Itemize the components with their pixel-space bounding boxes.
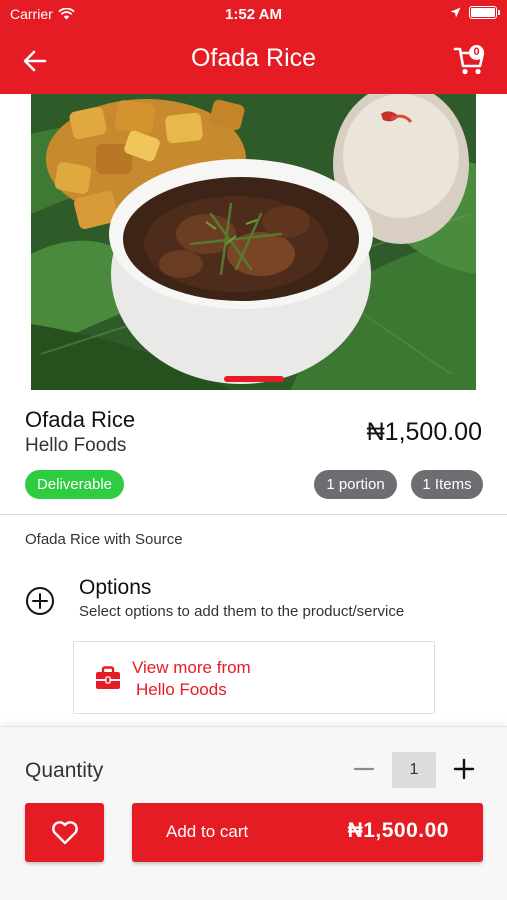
briefcase-icon <box>96 666 120 689</box>
status-time: 1:52 AM <box>225 6 282 23</box>
vendor-name: Hello Foods <box>25 435 127 456</box>
favorite-button[interactable] <box>25 803 104 862</box>
location-arrow-icon <box>450 7 461 18</box>
status-bar: Carrier 1:52 AM <box>0 0 507 28</box>
image-page-indicator <box>224 376 284 382</box>
product-name: Ofada Rice <box>25 407 136 432</box>
app-header: Carrier 1:52 AM Ofada Rice 0 <box>0 0 507 94</box>
view-more-label: View more from <box>132 658 251 677</box>
deliverable-badge: Deliverable <box>25 470 124 499</box>
product-image[interactable] <box>31 94 476 390</box>
nav-bar: Ofada Rice 0 <box>0 28 507 94</box>
add-to-cart-price: ₦1,500.00 <box>347 819 449 842</box>
view-more-vendor-button[interactable]: View more from Hello Foods <box>73 641 435 714</box>
cart-count-badge: 0 <box>469 45 484 60</box>
divider <box>0 514 507 515</box>
add-circle-icon[interactable] <box>25 586 55 616</box>
cart-button[interactable]: 0 <box>453 42 487 76</box>
product-price: ₦1,500.00 <box>366 418 482 446</box>
battery-icon <box>469 6 500 19</box>
product-description: Ofada Rice with Source <box>25 531 183 548</box>
quantity-label: Quantity <box>25 759 104 782</box>
options-title[interactable]: Options <box>79 576 151 600</box>
add-to-cart-label: Add to cart <box>166 822 249 841</box>
minus-icon[interactable] <box>352 757 376 781</box>
options-subtitle: Select options to add them to the produc… <box>79 603 405 620</box>
add-to-cart-button[interactable]: Add to cart ₦1,500.00 <box>132 803 483 862</box>
heart-icon <box>52 821 78 845</box>
plus-icon[interactable] <box>452 757 476 781</box>
food-illustration <box>31 94 476 390</box>
quantity-input[interactable] <box>392 752 436 788</box>
battery-fill <box>471 8 495 17</box>
status-right <box>450 6 500 19</box>
purchase-panel: Quantity Add to cart ₦1,500.00 <box>0 726 507 900</box>
items-badge: 1 Items <box>411 470 483 499</box>
view-more-vendor: Hello Foods <box>136 680 227 699</box>
page-title: Ofada Rice <box>190 44 317 72</box>
portion-badge: 1 portion <box>314 470 397 499</box>
